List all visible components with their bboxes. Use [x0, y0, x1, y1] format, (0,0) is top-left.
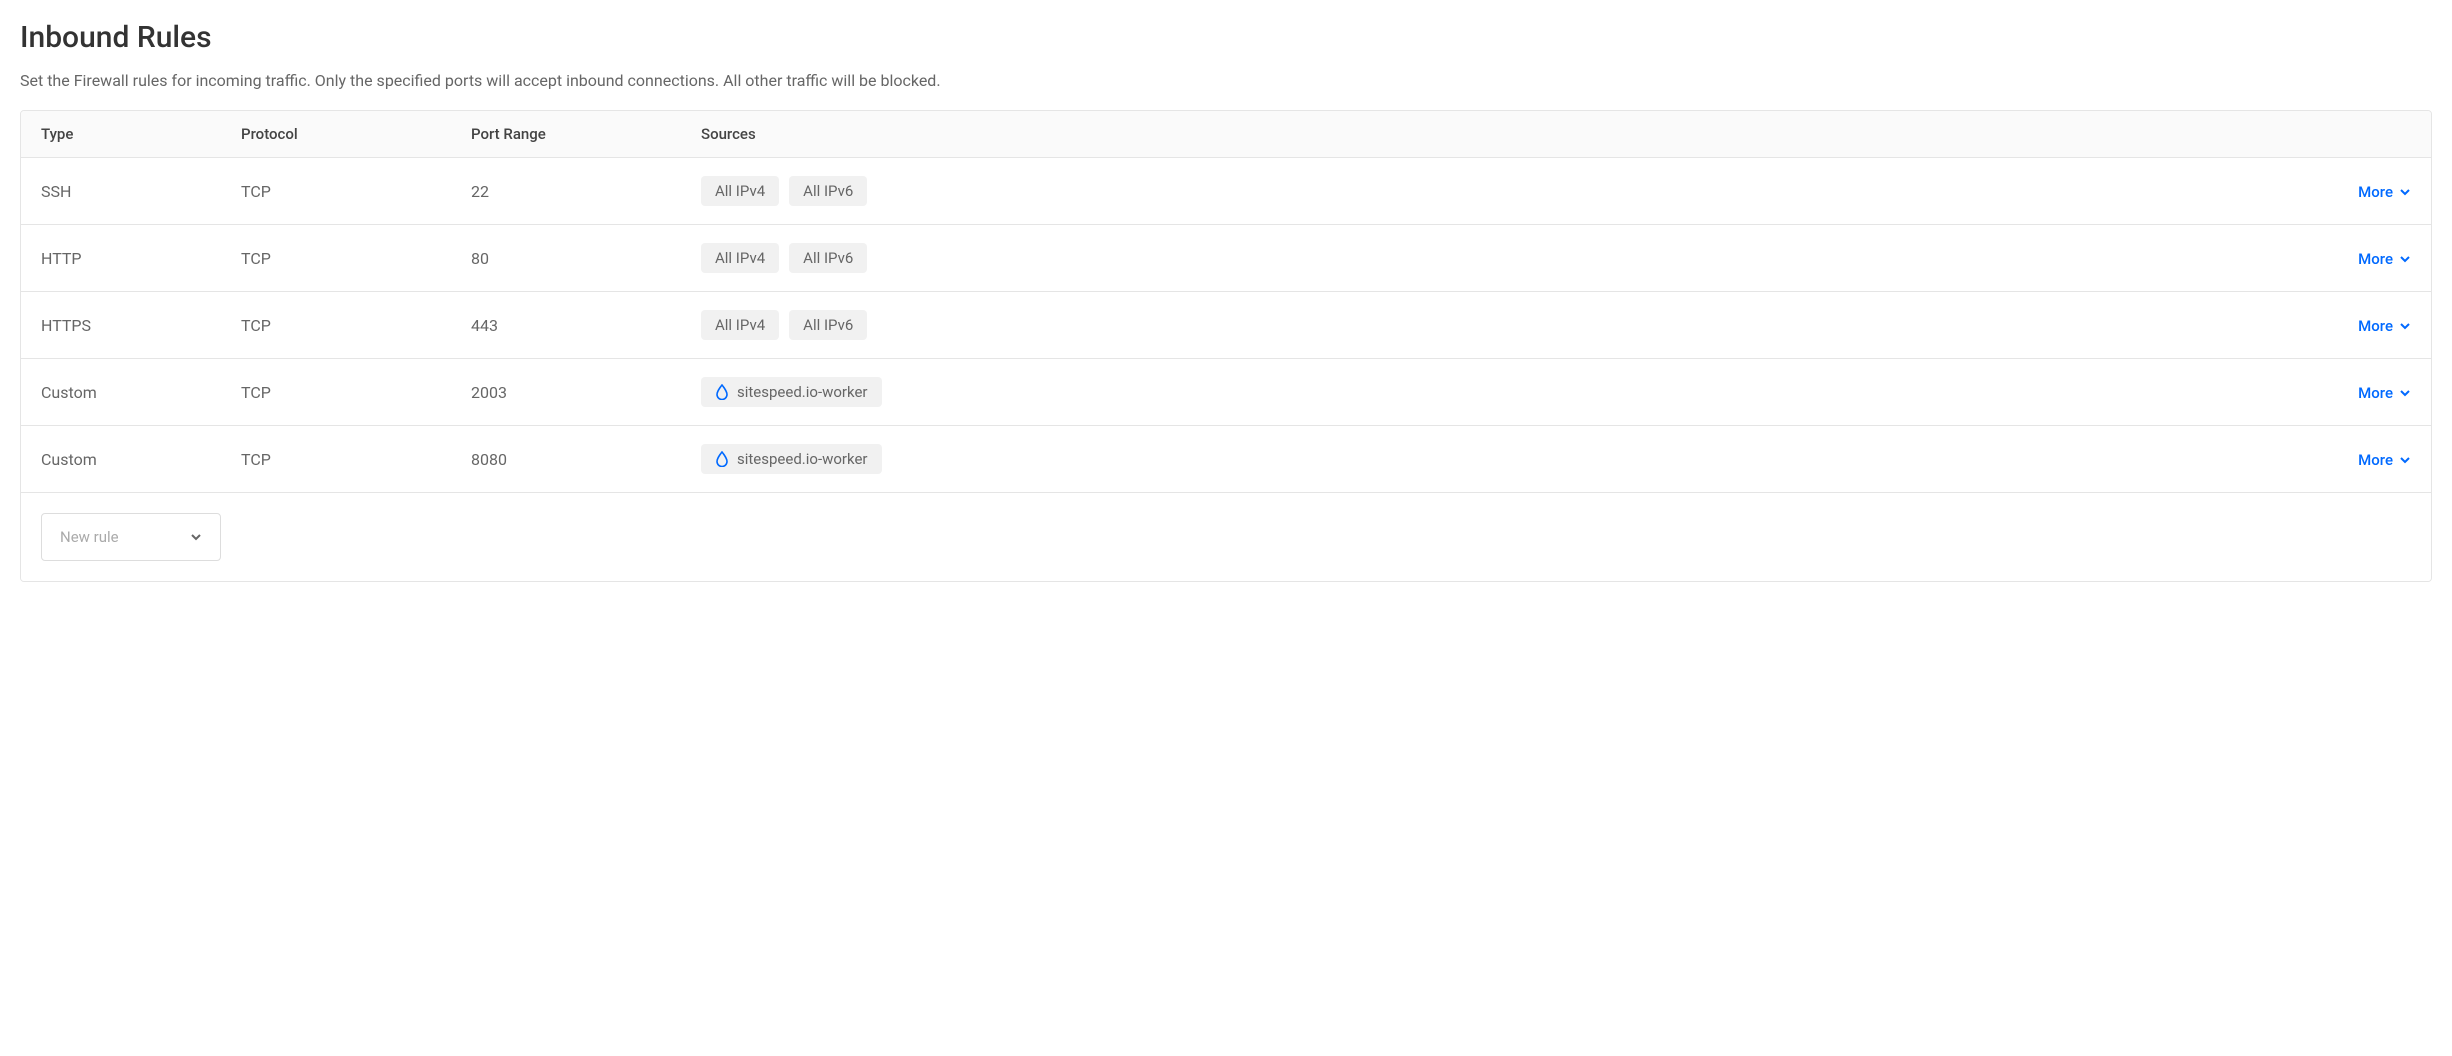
more-button[interactable]: More: [2358, 384, 2411, 402]
cell-port-range: 80: [471, 249, 701, 268]
chevron-down-icon: [2399, 253, 2411, 265]
source-tag[interactable]: sitespeed.io-worker: [701, 444, 882, 474]
source-tag-label: All IPv6: [803, 316, 853, 334]
cell-more: More: [2311, 249, 2411, 268]
page-subtitle: Set the Firewall rules for incoming traf…: [20, 71, 2432, 90]
table-footer: New rule: [21, 493, 2431, 581]
source-tag-label: sitespeed.io-worker: [737, 383, 868, 401]
cell-type: Custom: [41, 383, 241, 402]
droplet-icon: [715, 384, 729, 400]
source-tag-label: All IPv6: [803, 249, 853, 267]
source-tag-label: All IPv6: [803, 182, 853, 200]
cell-sources: All IPv4 All IPv6: [701, 310, 2311, 340]
source-tag-label: All IPv4: [715, 182, 765, 200]
more-button[interactable]: More: [2358, 250, 2411, 268]
new-rule-dropdown[interactable]: New rule: [41, 513, 221, 561]
cell-port-range: 8080: [471, 450, 701, 469]
source-tag[interactable]: All IPv4: [701, 243, 779, 273]
table-row: CustomTCP8080 sitespeed.io-worker More: [21, 426, 2431, 493]
cell-protocol: TCP: [241, 249, 471, 268]
more-label: More: [2358, 250, 2393, 268]
cell-more: More: [2311, 316, 2411, 335]
cell-type: Custom: [41, 450, 241, 469]
cell-type: HTTP: [41, 249, 241, 268]
source-tag[interactable]: All IPv4: [701, 176, 779, 206]
rules-body: SSHTCP22All IPv4All IPv6MoreHTTPTCP80All…: [21, 158, 2431, 493]
more-label: More: [2358, 451, 2393, 469]
cell-protocol: TCP: [241, 316, 471, 335]
source-tag-label: All IPv4: [715, 316, 765, 334]
chevron-down-icon: [190, 531, 202, 543]
source-tag-label: All IPv4: [715, 249, 765, 267]
source-tag[interactable]: All IPv6: [789, 310, 867, 340]
cell-more: More: [2311, 450, 2411, 469]
cell-sources: sitespeed.io-worker: [701, 444, 2311, 474]
column-header-protocol: Protocol: [241, 125, 471, 143]
cell-type: SSH: [41, 182, 241, 201]
table-row: HTTPTCP80 All IPv4 All IPv6 More: [21, 225, 2431, 292]
new-rule-label: New rule: [60, 528, 119, 546]
cell-protocol: TCP: [241, 450, 471, 469]
chevron-down-icon: [2399, 320, 2411, 332]
page-title: Inbound Rules: [20, 20, 2432, 55]
table-row: SSHTCP22 All IPv4 All IPv6 More: [21, 158, 2431, 225]
source-tag[interactable]: All IPv6: [789, 243, 867, 273]
table-row: HTTPSTCP443 All IPv4 All IPv6 More: [21, 292, 2431, 359]
table-header: Type Protocol Port Range Sources: [21, 111, 2431, 158]
more-button[interactable]: More: [2358, 317, 2411, 335]
cell-more: More: [2311, 182, 2411, 201]
sources-wrap: sitespeed.io-worker: [701, 377, 2311, 407]
cell-sources: All IPv4 All IPv6: [701, 176, 2311, 206]
source-tag[interactable]: sitespeed.io-worker: [701, 377, 882, 407]
cell-port-range: 443: [471, 316, 701, 335]
chevron-down-icon: [2399, 186, 2411, 198]
more-button[interactable]: More: [2358, 451, 2411, 469]
cell-port-range: 22: [471, 182, 701, 201]
cell-sources: All IPv4 All IPv6: [701, 243, 2311, 273]
source-tag-label: sitespeed.io-worker: [737, 450, 868, 468]
cell-sources: sitespeed.io-worker: [701, 377, 2311, 407]
sources-wrap: sitespeed.io-worker: [701, 444, 2311, 474]
sources-wrap: All IPv4 All IPv6: [701, 310, 2311, 340]
sources-wrap: All IPv4 All IPv6: [701, 176, 2311, 206]
column-header-more: [2311, 125, 2411, 143]
cell-protocol: TCP: [241, 182, 471, 201]
chevron-down-icon: [2399, 454, 2411, 466]
source-tag[interactable]: All IPv6: [789, 176, 867, 206]
more-label: More: [2358, 183, 2393, 201]
more-label: More: [2358, 384, 2393, 402]
column-header-port-range: Port Range: [471, 125, 701, 143]
more-label: More: [2358, 317, 2393, 335]
sources-wrap: All IPv4 All IPv6: [701, 243, 2311, 273]
rules-table: Type Protocol Port Range Sources SSHTCP2…: [20, 110, 2432, 582]
table-row: CustomTCP2003 sitespeed.io-worker More: [21, 359, 2431, 426]
cell-port-range: 2003: [471, 383, 701, 402]
column-header-type: Type: [41, 125, 241, 143]
cell-protocol: TCP: [241, 383, 471, 402]
more-button[interactable]: More: [2358, 183, 2411, 201]
cell-type: HTTPS: [41, 316, 241, 335]
source-tag[interactable]: All IPv4: [701, 310, 779, 340]
cell-more: More: [2311, 383, 2411, 402]
chevron-down-icon: [2399, 387, 2411, 399]
droplet-icon: [715, 451, 729, 467]
column-header-sources: Sources: [701, 125, 2311, 143]
